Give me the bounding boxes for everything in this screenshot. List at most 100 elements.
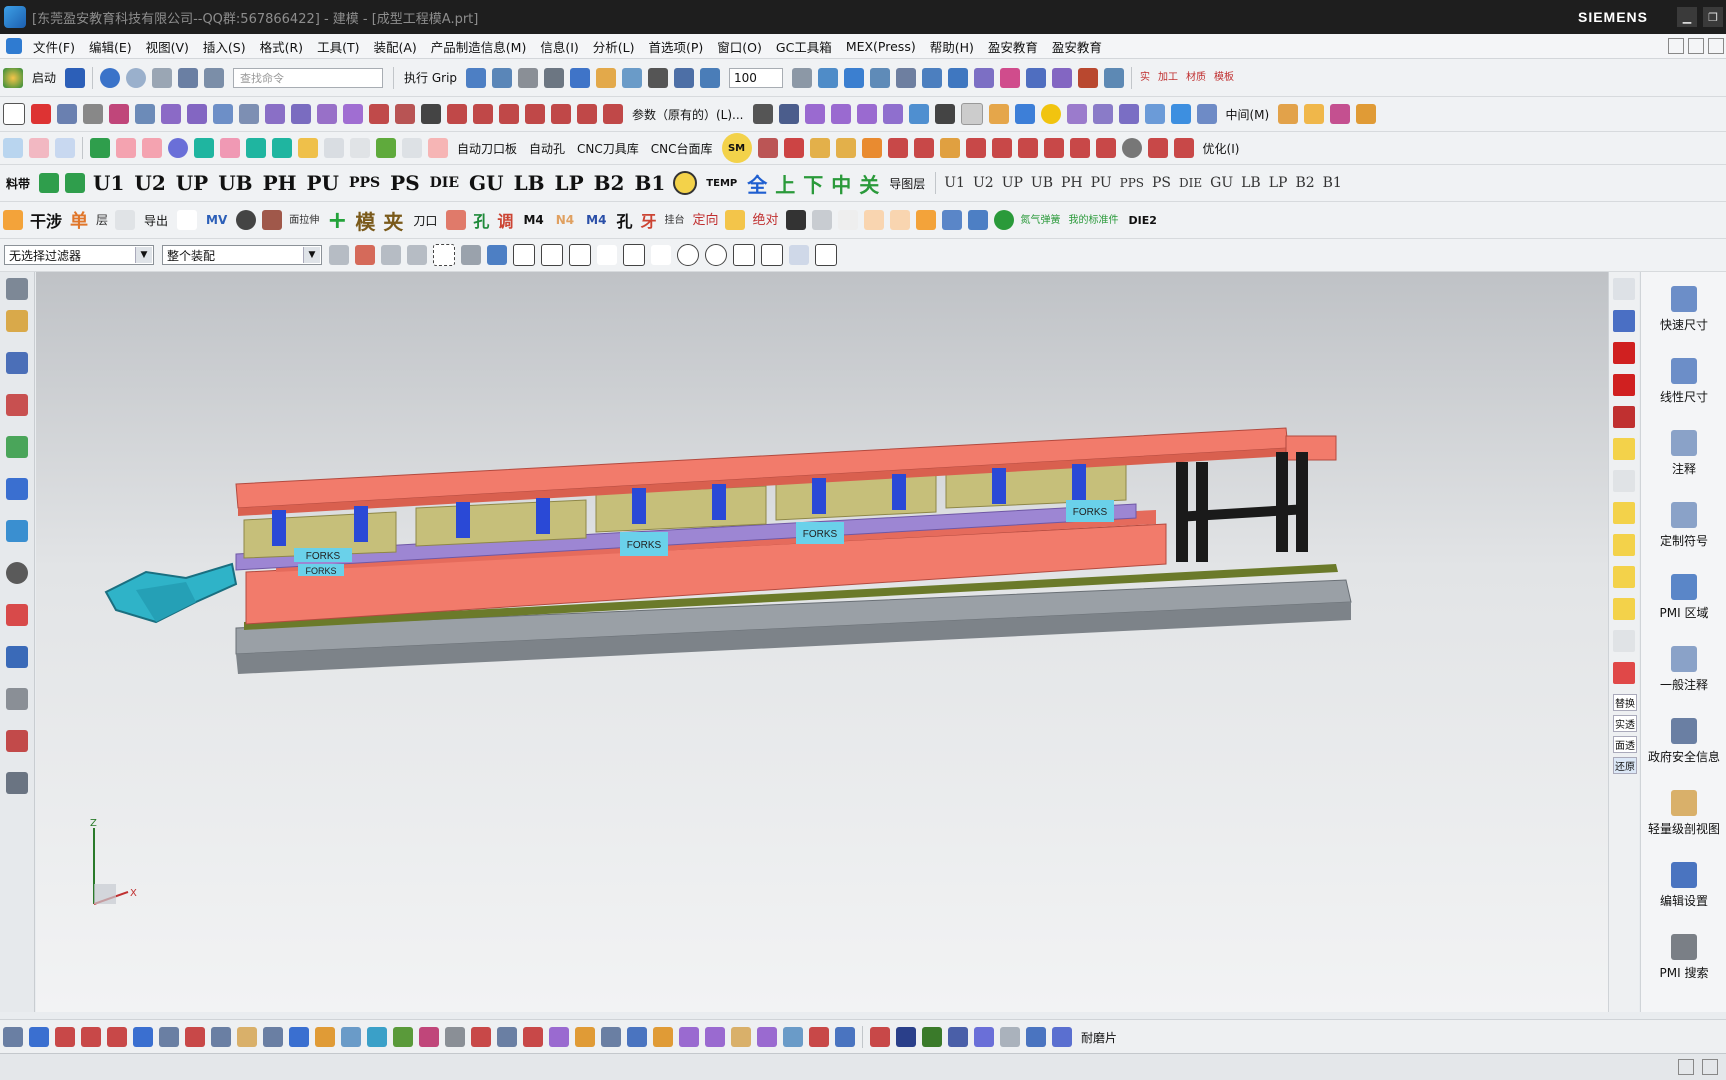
bottom-tool-6-icon[interactable] [133,1027,153,1047]
face-stretch-button[interactable]: 面拉伸 [289,215,319,226]
cnc-tool-lib-button[interactable]: CNC刀具库 [577,140,639,157]
constraint-navigator-icon[interactable] [6,352,28,374]
extend-curve-icon[interactable] [551,104,571,124]
middle-button[interactable]: 中 [831,169,851,198]
bottom-tool-33-icon[interactable] [835,1027,855,1047]
intersect-icon[interactable] [1092,104,1113,124]
snap-perpendicular-icon[interactable] [651,245,671,265]
tb1-label-machining[interactable]: 加工 [1158,72,1178,83]
face-icon[interactable] [778,104,799,124]
point-icon[interactable] [1026,67,1047,88]
drawing-add-icon[interactable] [324,138,344,158]
plate-b2-button[interactable]: B2 [594,171,625,195]
bottom-tool-26-icon[interactable] [653,1027,673,1047]
doc-close-button[interactable] [1708,38,1724,54]
arrow-left-icon[interactable] [1613,342,1635,364]
undo-icon[interactable] [100,67,121,88]
plate-u2-button[interactable]: U2 [134,171,165,195]
bottom-tool-3-icon[interactable] [55,1027,75,1047]
pmi-general-note[interactable]: 一般注释 [1641,646,1726,704]
minimize-button[interactable]: ▁ [1677,7,1697,27]
plate-lb-button[interactable]: LB [514,171,545,195]
menu-format[interactable]: 格式(R) [253,37,310,56]
delete-face-icon[interactable] [882,104,903,124]
plate-pu-button[interactable]: PU [307,171,339,195]
move-ps-button[interactable]: PS [1152,176,1171,190]
plate-gu-button[interactable]: GU [469,171,504,195]
pmi-linear-dimension[interactable]: 线性尺寸 [1641,358,1726,416]
pmi-custom-symbol[interactable]: 定制符号 [1641,502,1726,560]
hole-button[interactable]: 孔 [473,208,489,232]
color-filter-icon[interactable] [837,210,858,230]
snap-tangent-icon[interactable] [761,244,783,266]
bottom-tool-1-icon[interactable] [3,1027,23,1047]
die-assembly-model[interactable]: FORKS FORKS FORKS FORKS FORKS Z X [36,272,1608,1012]
tool-k-icon[interactable] [757,138,778,158]
view-cube-icon[interactable] [570,67,591,88]
color-tool-icon[interactable] [1613,534,1635,556]
rotate-icon[interactable] [236,210,257,230]
graphics-window[interactable]: FORKS FORKS FORKS FORKS FORKS Z X [36,272,1608,1012]
pmi-edit-settings[interactable]: 编辑设置 [1641,862,1726,920]
bottom-tool-32-icon[interactable] [809,1027,829,1047]
update-icon[interactable] [350,138,370,158]
snap-center-icon[interactable] [677,244,699,266]
select-face-icon[interactable] [487,245,507,265]
line-red-icon[interactable] [31,104,51,124]
copy-to-layer-icon[interactable] [1330,104,1351,124]
pull-face-icon[interactable] [908,104,929,124]
select-feature-icon[interactable] [355,245,375,265]
move-ph-button[interactable]: PH [1061,176,1083,190]
palette-tool-3-icon[interactable] [1613,406,1635,428]
tool-g-icon[interactable] [246,138,266,158]
mesh-icon[interactable] [811,210,832,230]
edit-object-display-icon[interactable] [1356,104,1377,124]
optimize-menu[interactable]: 优化(I) [1203,140,1240,157]
nx-app-icon[interactable] [4,6,26,28]
bottom-tool-7-icon[interactable] [159,1027,179,1047]
menu-assembly[interactable]: 装配(A) [366,37,423,56]
subtract-icon[interactable] [1066,104,1087,124]
plate-pps-button[interactable]: PPS [349,175,380,191]
save-icon[interactable] [65,67,86,88]
reuse-library-icon[interactable] [6,436,28,458]
absolute-button[interactable]: 绝对 [752,214,778,227]
bottom-tool-9-icon[interactable] [211,1027,231,1047]
guide-layer-button[interactable]: 导图层 [889,175,925,192]
bottom-tool-12-icon[interactable] [289,1027,309,1047]
tool-q-icon[interactable] [913,138,934,158]
part-navigator-icon[interactable] [6,394,28,416]
adjust-button[interactable]: 调 [497,208,513,232]
scissors-icon[interactable] [115,210,136,230]
plate-b1-button[interactable]: B1 [634,171,665,195]
move-lp-button[interactable]: LP [1269,176,1288,190]
roles-icon[interactable] [6,688,28,710]
cut-icon[interactable] [178,67,199,88]
move-pu-button[interactable]: PU [1091,176,1112,190]
pmi-quick-dimension[interactable]: 快速尺寸 [1641,286,1726,344]
blank-icon[interactable] [960,103,983,125]
m4-button[interactable]: M4 [523,213,543,227]
bottom-tool-11-icon[interactable] [263,1027,283,1047]
tool-j-icon[interactable] [376,138,396,158]
menu-info[interactable]: 信息(I) [533,37,585,56]
bottom-tool-37-icon[interactable] [948,1027,968,1047]
menu-tools[interactable]: 工具(T) [310,37,366,56]
bottom-tool-38-icon[interactable] [974,1027,994,1047]
boss-icon[interactable] [343,104,363,124]
repeat-command-icon[interactable] [152,67,173,88]
my-standard-parts-button[interactable]: 我的标准件 [1069,215,1119,226]
datum-plane-icon[interactable] [1052,67,1073,88]
trim-curve-icon[interactable] [603,104,623,124]
redo-icon[interactable] [126,67,147,88]
standard-up-icon[interactable] [65,173,86,193]
offset-curve-icon[interactable] [213,104,233,124]
close-layers-button[interactable]: 关 [859,169,879,198]
grid-icon[interactable] [492,67,513,88]
tool-b-icon[interactable] [29,138,49,158]
palette-tool-7-icon[interactable] [1613,662,1635,684]
bottom-tool-31-icon[interactable] [783,1027,803,1047]
chevron-down-icon[interactable]: ▼ [135,247,152,263]
snap-arc-icon[interactable] [597,245,617,265]
sheet-metal-sm-icon[interactable]: SM [721,133,752,163]
